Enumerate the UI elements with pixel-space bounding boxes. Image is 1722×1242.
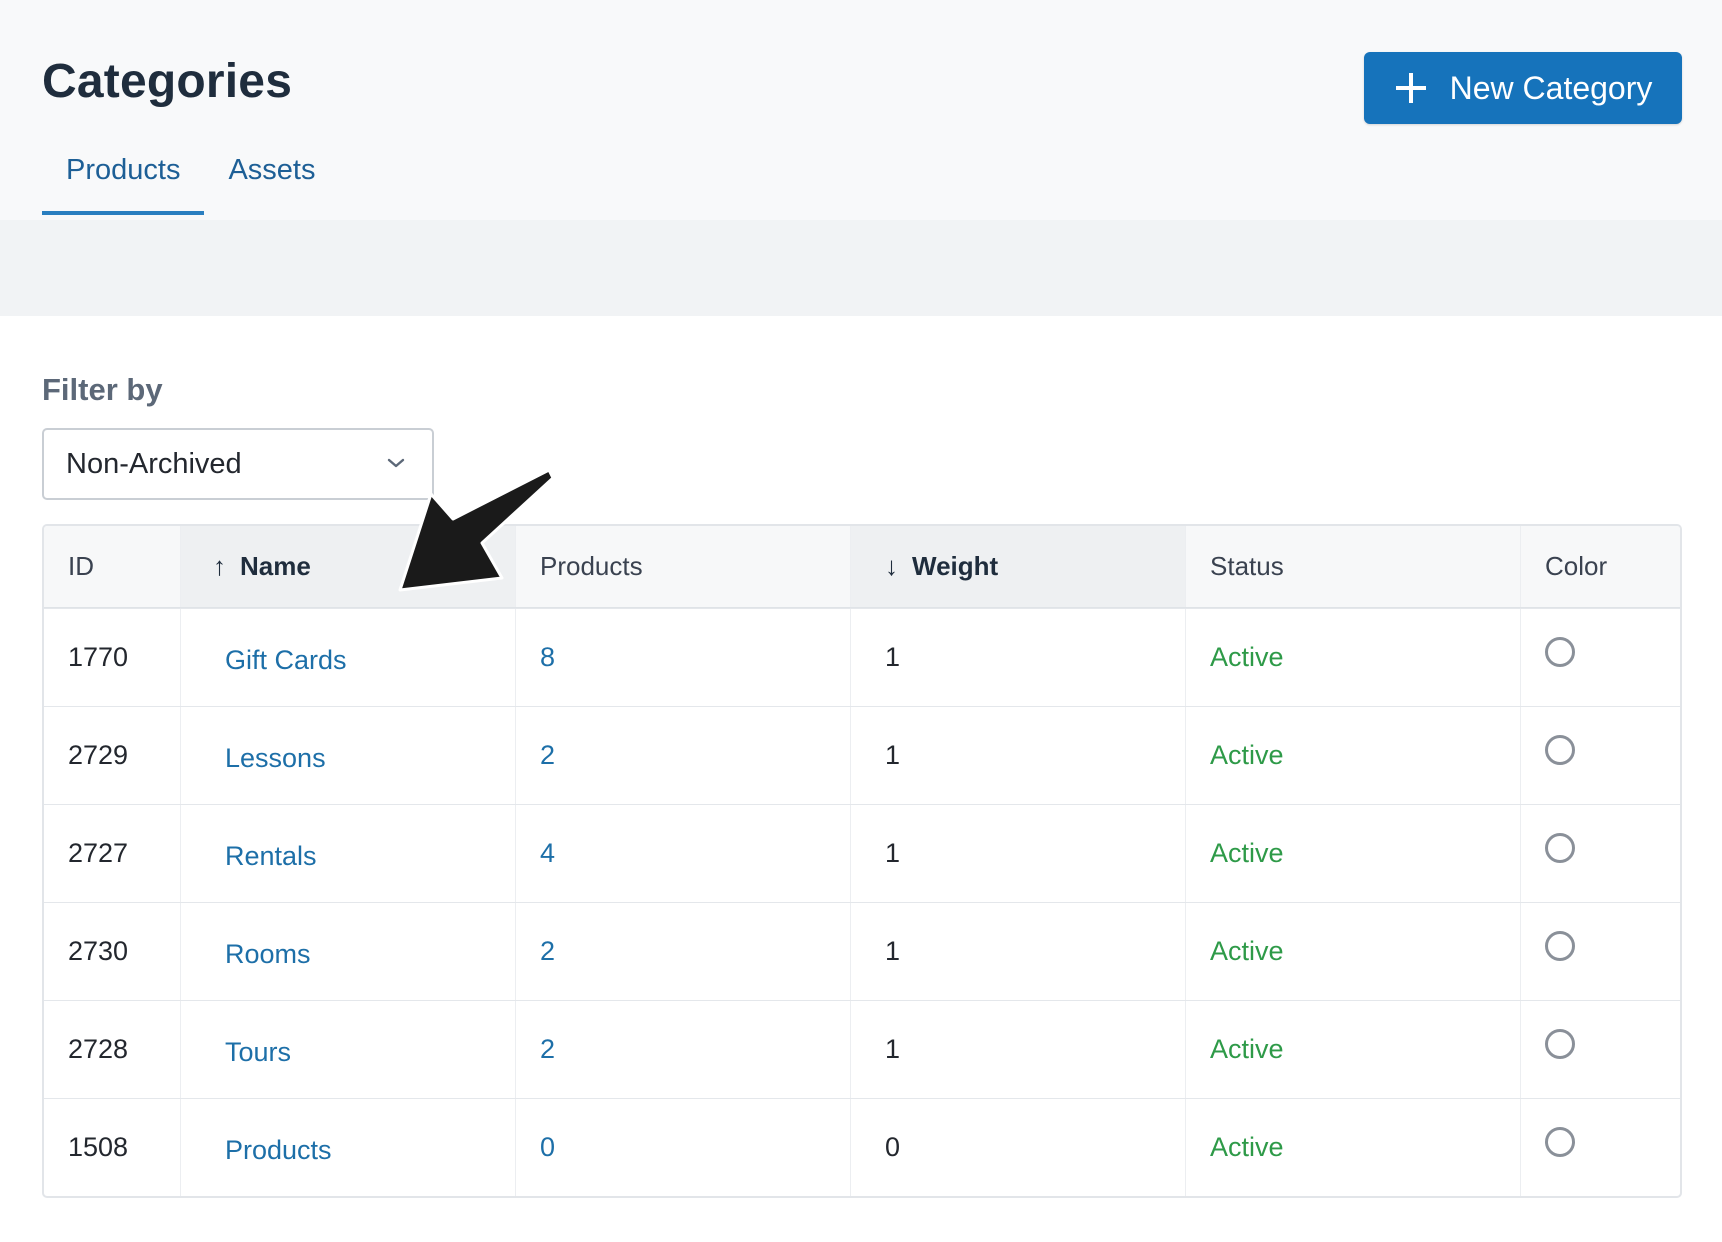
cell-id: 1770 xyxy=(68,642,129,672)
sort-ascending-icon: ↑ xyxy=(213,551,226,581)
column-header-weight-label: Weight xyxy=(912,551,999,581)
page-title: Categories xyxy=(42,55,293,108)
archive-filter-select[interactable]: Non-Archived xyxy=(42,428,434,500)
category-name-link[interactable]: Products xyxy=(225,1129,332,1166)
column-header-id[interactable]: ID xyxy=(44,526,180,607)
status-label: Active xyxy=(1210,740,1284,770)
column-header-products[interactable]: Products xyxy=(515,526,850,607)
tab-products[interactable]: Products xyxy=(42,150,205,215)
new-category-button[interactable]: New Category xyxy=(1364,52,1682,124)
color-swatch[interactable] xyxy=(1545,734,1575,765)
status-label: Active xyxy=(1210,642,1284,672)
status-label: Active xyxy=(1210,1132,1284,1162)
page-header: Categories New Category Products Assets xyxy=(0,0,1722,220)
column-header-name[interactable]: ↑ Name xyxy=(180,526,515,607)
product-count-link[interactable]: 8 xyxy=(540,642,555,673)
category-name-link[interactable]: Gift Cards xyxy=(225,639,347,676)
toolbar-band xyxy=(0,220,1722,316)
table-header-row: ID ↑ Name Products ↓ Weight Status Color xyxy=(44,526,1680,608)
cell-id: 2729 xyxy=(68,740,129,770)
new-category-label: New Category xyxy=(1449,69,1653,106)
cell-id: 2727 xyxy=(68,838,129,868)
plus-icon xyxy=(1395,73,1426,103)
tab-assets[interactable]: Assets xyxy=(204,150,339,215)
cell-id: 2728 xyxy=(68,1034,129,1064)
table-row: 2727 Rentals 4 1 Active xyxy=(44,804,1680,902)
color-swatch[interactable] xyxy=(1545,1126,1575,1157)
column-header-name-label: Name xyxy=(240,551,311,581)
categories-table: ID ↑ Name Products ↓ Weight Status Color… xyxy=(42,524,1682,1198)
cell-weight: 1 xyxy=(850,1001,1185,1098)
status-label: Active xyxy=(1210,838,1284,868)
category-name-link[interactable]: Lessons xyxy=(225,737,326,774)
sort-descending-icon: ↓ xyxy=(885,551,898,581)
category-name-link[interactable]: Rentals xyxy=(225,835,317,872)
column-header-status[interactable]: Status xyxy=(1185,526,1520,607)
column-header-color[interactable]: Color xyxy=(1520,526,1680,607)
category-name-link[interactable]: Rooms xyxy=(225,933,311,970)
table-row: 2730 Rooms 2 1 Active xyxy=(44,902,1680,1000)
status-label: Active xyxy=(1210,936,1284,966)
cell-weight: 1 xyxy=(850,707,1185,804)
status-label: Active xyxy=(1210,1034,1284,1064)
table-row: 1770 Gift Cards 8 1 Active xyxy=(44,608,1680,706)
cell-weight: 1 xyxy=(850,903,1185,1000)
archive-filter-value: Non-Archived xyxy=(66,447,242,480)
filter-label: Filter by xyxy=(42,372,163,407)
product-count-link[interactable]: 4 xyxy=(540,838,555,869)
category-tabs: Products Assets xyxy=(42,150,339,215)
cell-id: 2730 xyxy=(68,936,129,966)
cell-weight: 1 xyxy=(850,805,1185,902)
table-row: 2729 Lessons 2 1 Active xyxy=(44,706,1680,804)
cell-weight: 0 xyxy=(850,1099,1185,1196)
cell-weight: 1 xyxy=(850,609,1185,706)
chevron-down-icon xyxy=(387,458,405,468)
product-count-link[interactable]: 2 xyxy=(540,1034,555,1065)
table-row: 2728 Tours 2 1 Active xyxy=(44,1000,1680,1098)
color-swatch[interactable] xyxy=(1545,636,1575,667)
table-row: 1508 Products 0 0 Active xyxy=(44,1098,1680,1196)
cell-id: 1508 xyxy=(68,1132,129,1162)
color-swatch[interactable] xyxy=(1545,832,1575,863)
product-count-link[interactable]: 2 xyxy=(540,740,555,771)
product-count-link[interactable]: 0 xyxy=(540,1132,555,1163)
category-name-link[interactable]: Tours xyxy=(225,1031,291,1068)
color-swatch[interactable] xyxy=(1545,1028,1575,1059)
color-swatch[interactable] xyxy=(1545,930,1575,961)
column-header-weight[interactable]: ↓ Weight xyxy=(850,526,1185,607)
product-count-link[interactable]: 2 xyxy=(540,936,555,967)
